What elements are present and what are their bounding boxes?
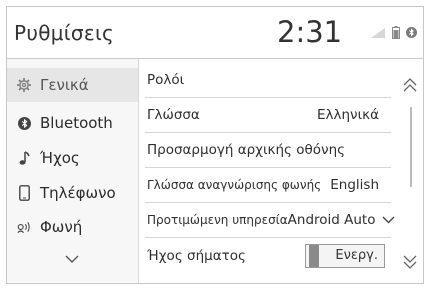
setting-label: Γλώσσα <box>147 107 200 123</box>
setting-row-preferred-service[interactable]: Προτιμώμενη υπηρεσία Android Auto <box>145 203 394 238</box>
setting-row-home-screen[interactable]: Προσαρμογή αρχικής οθόνης <box>145 133 391 168</box>
music-note-icon <box>16 150 32 166</box>
setting-row-language[interactable]: Γλώσσα Ελληνικά <box>145 98 391 133</box>
sidebar-item-voice[interactable]: Φωνή <box>7 210 138 244</box>
phone-icon <box>16 185 32 201</box>
scrollbar[interactable] <box>395 59 423 283</box>
sidebar-item-label: Ήχος <box>40 149 80 167</box>
setting-label: Γλώσσα αναγνώρισης φωνής <box>147 178 322 192</box>
bluetooth-status-icon <box>406 26 417 39</box>
setting-label: Ήχος σήματος <box>147 247 246 264</box>
battery-icon <box>392 26 400 39</box>
dropdown-chevron-icon[interactable] <box>382 216 395 224</box>
sidebar-item-label: Γενικά <box>40 76 89 94</box>
setting-row-voice-language[interactable]: Γλώσσα αναγνώρισης φωνής English <box>145 168 391 203</box>
sidebar-item-sound[interactable]: Ήχος <box>7 141 138 175</box>
sidebar-item-bluetooth[interactable]: Bluetooth <box>7 106 138 140</box>
toggle-label: Ενεργ. <box>335 248 378 263</box>
gear-icon <box>16 77 32 93</box>
header-bar: Ρυθμίσεις 2:31 <box>7 7 423 59</box>
setting-label: Προτιμώμενη υπηρεσία <box>147 213 288 227</box>
setting-label: Προσαρμογή αρχικής οθόνης <box>147 142 346 158</box>
sidebar-more-chevron-icon[interactable] <box>65 249 79 268</box>
setting-row-clock[interactable]: Ρολόι <box>145 63 391 98</box>
sidebar-item-general[interactable]: Γενικά <box>7 68 138 102</box>
bluetooth-icon <box>16 115 32 131</box>
setting-label: Ρολόι <box>147 72 185 88</box>
sidebar-item-label: Τηλέφωνο <box>40 184 116 202</box>
settings-screen: Ρυθμίσεις 2:31 Γενικά Bluetooth Ήχος Τηλ… <box>6 6 424 284</box>
sidebar-item-label: Bluetooth <box>40 114 113 132</box>
scroll-down-icon[interactable] <box>402 254 418 274</box>
scroll-thumb[interactable] <box>410 107 412 187</box>
sidebar-item-phone[interactable]: Τηλέφωνο <box>7 176 138 210</box>
signal-icon <box>370 27 386 39</box>
status-icons <box>370 26 417 39</box>
page-title: Ρυθμίσεις <box>14 21 115 45</box>
voice-icon <box>16 219 32 235</box>
setting-value: English <box>330 177 379 193</box>
sidebar: Γενικά Bluetooth Ήχος Τηλέφωνο Φωνή <box>7 59 139 283</box>
setting-value: Ελληνικά <box>316 107 379 123</box>
sidebar-item-label: Φωνή <box>40 218 83 236</box>
setting-row-beep-sound[interactable]: Ήχος σήματος Ενεργ. <box>145 238 391 273</box>
toggle-indicator <box>309 244 319 267</box>
clock: 2:31 <box>277 15 343 49</box>
beep-toggle[interactable]: Ενεργ. <box>305 243 385 268</box>
setting-value: Android Auto <box>287 212 376 228</box>
scroll-up-icon[interactable] <box>402 77 418 97</box>
